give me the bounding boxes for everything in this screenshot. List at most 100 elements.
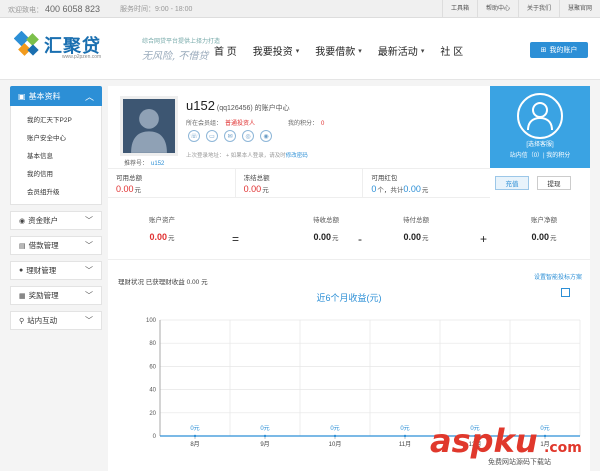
sidebar-item-basic-info[interactable]: 基本信息	[11, 146, 101, 164]
withdraw-button[interactable]: 提现	[537, 176, 571, 190]
asset-summary: 账户资产 0.00元 = 待收总额 0.00元 - 待付总额 0.00元 + 账…	[108, 204, 590, 260]
sidebar-item-credit[interactable]: 我的信用	[11, 164, 101, 182]
sidebar-section-label: 借款管理	[28, 241, 59, 250]
recharge-button[interactable]: 充值	[495, 176, 529, 190]
asset-amount: 0.00	[313, 232, 332, 242]
asset-label: 待付总额	[403, 217, 429, 224]
balance-label: 可用总额	[116, 175, 142, 182]
top-bar: 欢迎致电： 400 6058 823 服务时间：9:00 - 18:00 工具箱 …	[0, 0, 600, 18]
available-balance: 可用总额 0.00元	[108, 169, 236, 197]
username-suffix: (qq126456) 的账户中心	[216, 105, 290, 112]
balance-unit: 元	[262, 187, 269, 194]
credit-value: 0	[321, 121, 325, 127]
sidebar-item-my-p2p[interactable]: 我的汇天下P2P	[11, 110, 101, 128]
nav-home-label: 首 页	[214, 47, 237, 58]
change-password-link[interactable]: 修改密码	[286, 153, 308, 159]
referrer: 推荐号： u152	[124, 158, 164, 167]
nav-community[interactable]: 社 区	[440, 43, 463, 58]
last-login-text: 上次登录地址： + 如果本人登录，请及时	[186, 153, 286, 159]
hotline-number: 400 6058 823	[45, 4, 101, 14]
sidebar-item-upgrade[interactable]: 会员组升级	[11, 182, 101, 200]
income-summary: 理财状况 已获理财收益 0.00 元	[118, 279, 208, 286]
logo-icon[interactable]	[14, 31, 42, 59]
balance-unit: 元	[421, 187, 429, 194]
asset-unit: 元	[332, 235, 339, 242]
service-hours: 服务时间：9:00 - 18:00	[120, 6, 193, 13]
balance-unit: 元	[134, 187, 142, 194]
phone-verify-icon[interactable]: ☏	[188, 130, 200, 142]
eye-verify-icon[interactable]: ◉	[260, 130, 272, 142]
nav-home[interactable]: 首 页	[214, 43, 237, 58]
data-label: 0元	[400, 425, 409, 432]
chevron-down-icon: ▾	[358, 47, 362, 55]
bank-verify-icon[interactable]: ◎	[242, 130, 254, 142]
sidebar-section-label: 奖励管理	[28, 291, 59, 300]
my-account-button[interactable]: ⊞ 我的账户	[530, 42, 588, 58]
sidebar-section-title: 基本资料	[28, 91, 61, 101]
asset-total: 账户资产 0.00元	[122, 214, 202, 242]
chevron-down-icon: ﹀	[85, 266, 93, 275]
x-tick-label: 12月	[469, 441, 482, 448]
logo-url: www.p2pzen.com	[62, 54, 102, 60]
credit-label: 我的积分：	[288, 121, 319, 127]
referrer-value[interactable]: u152	[151, 161, 164, 167]
asset-amount: 0.00	[403, 232, 422, 242]
sidebar-section-basic[interactable]: ▣ 基本资料 ︿	[10, 86, 102, 106]
sidebar-section-finance[interactable]: ● 理财管理 ﹀	[10, 261, 102, 280]
smart-bid-link[interactable]: 设置智能投标方案	[534, 272, 582, 281]
balance-value: 0.00元	[116, 184, 227, 194]
y-tick-label: 20	[149, 411, 156, 417]
sidebar-item-security[interactable]: 账户安全中心	[11, 128, 101, 146]
sidebar-section-funds[interactable]: ◉ 资金账户 ﹀	[10, 211, 102, 230]
nav-events[interactable]: 最新活动 ▾	[378, 43, 425, 58]
asset-value: 0.00元	[122, 232, 202, 242]
sidebar-section-label: 资金账户	[28, 216, 59, 225]
nav-invest[interactable]: 我要投资 ▾	[253, 43, 300, 58]
referrer-label: 推荐号：	[124, 161, 149, 167]
sidebar-section-rewards[interactable]: ▦ 奖励管理 ﹀	[10, 286, 102, 305]
username: u152	[186, 98, 215, 113]
top-link-about[interactable]: 关于我们	[517, 0, 559, 18]
data-label: 0元	[330, 425, 339, 432]
nav-borrow[interactable]: 我要借款 ▾	[315, 43, 362, 58]
balance-label: 冻结总额	[243, 175, 270, 182]
grade-label: 所在会员组：	[186, 121, 223, 127]
nav-invest-label: 我要投资	[252, 47, 293, 58]
select-service-link[interactable]: [选择客服]	[490, 139, 590, 148]
sidebar-section-messages[interactable]: ⚲ 站内互动 ﹀	[10, 311, 102, 330]
top-link-tools[interactable]: 工具箱	[441, 0, 477, 18]
chat-icon: ⚲	[19, 317, 25, 325]
sidebar-list: 我的汇天下P2P 账户安全中心 基本信息 我的信用 会员组升级	[10, 106, 102, 205]
data-label: 0元	[190, 425, 199, 432]
packet-count: 0	[371, 184, 377, 194]
data-label: 0元	[540, 425, 549, 432]
balance-label: 可用红包	[371, 175, 398, 182]
top-link-help[interactable]: 帮助中心	[476, 0, 518, 18]
email-verify-icon[interactable]: ✉	[224, 130, 236, 142]
sidebar-section-label: 理财管理	[26, 266, 57, 275]
asset-amount: 0.00	[149, 232, 168, 242]
packet-total: 0.00	[403, 184, 421, 194]
sidebar-section-loans[interactable]: ▤ 借款管理 ﹀	[10, 236, 102, 255]
asset-label: 账户净额	[531, 217, 557, 224]
balance-unit: 个，共计	[377, 187, 404, 194]
user-icon: ▣	[18, 91, 26, 101]
asset-value: 0.00元	[286, 232, 366, 242]
top-link-official[interactable]: 慧聚官网	[558, 0, 600, 18]
inbox-link[interactable]: 站内信（0）| 我的积分	[490, 150, 590, 159]
balance-row: 可用总额 0.00元 冻结总额 0.00元 可用红包 0个，共计0.00元	[108, 168, 490, 198]
service-avatar-icon[interactable]	[516, 92, 564, 140]
x-tick-label: 10月	[329, 441, 342, 448]
my-account-label: 我的账户	[549, 47, 578, 54]
balance-amount: 0.00	[243, 184, 262, 194]
chevron-down-icon: ﹀	[85, 291, 93, 300]
id-verify-icon[interactable]: ▭	[206, 130, 218, 142]
main-nav: 首 页 我要投资 ▾ 我要借款 ▾ 最新活动 ▾ 社 区	[214, 43, 479, 58]
nav-community-label: 社 区	[440, 47, 464, 58]
plus-sign: +	[480, 232, 488, 246]
nav-borrow-label: 我要借款	[315, 47, 356, 58]
balance-amount: 0.00	[116, 184, 134, 194]
y-tick-label: 100	[146, 318, 157, 324]
customer-service-panel: [选择客服] 站内信（0）| 我的积分	[490, 86, 590, 168]
avatar[interactable]	[120, 96, 178, 156]
